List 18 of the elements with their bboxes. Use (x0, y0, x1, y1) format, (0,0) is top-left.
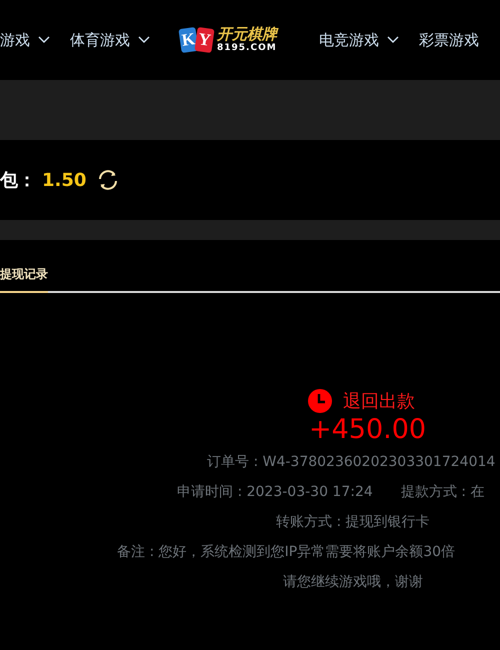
nav-link[interactable]: 彩票游戏 (419, 30, 479, 50)
nav-link[interactable]: 电竞游戏 (319, 30, 379, 50)
record-amount: +450.00 (309, 413, 426, 447)
detail-text: 请您继续游戏哦，谢谢 (283, 573, 423, 592)
nav-link[interactable]: 游戏 (0, 30, 30, 50)
status-label: 退回出款 (343, 390, 415, 413)
detail-text: 转账方式 : 提现到银行卡 (276, 513, 430, 532)
detail-text: 申请时间 : 2023-03-30 17:24 (177, 483, 373, 502)
detail-text: 提款方式 : 在 (400, 483, 484, 502)
tab[interactable]: 提现记录 (0, 260, 48, 293)
logo-letter: Y (194, 26, 215, 54)
balance-amount: 1.50 (42, 170, 86, 190)
clock-icon (308, 389, 332, 413)
detail-text: 订单号 : W4-37802360202303301724014 (207, 453, 496, 472)
logo-brand: 开元棋牌 (217, 27, 277, 42)
detail-text: 备注 : 您好，系统检测到您IP异常需要将账户余额30倍 (117, 543, 456, 562)
logo-domain: 8195.COM (217, 44, 277, 53)
nav-link[interactable]: 体育游戏 (70, 30, 130, 50)
